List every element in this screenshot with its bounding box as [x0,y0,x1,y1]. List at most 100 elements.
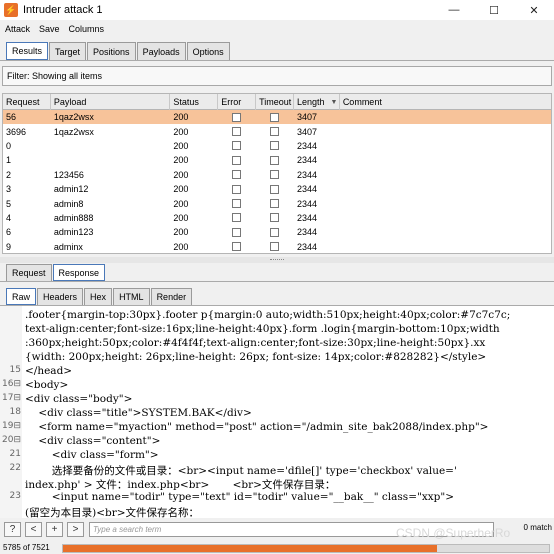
error-checkbox [232,242,242,252]
cell-comment [340,139,551,153]
maximize-button[interactable]: ☐ [474,0,514,20]
table-row[interactable]: 56 1qaz2wsx 200 3407 [3,110,551,125]
help-button[interactable]: ? [4,521,21,537]
pane-splitter[interactable] [0,257,554,263]
response-editor[interactable]: .footer{margin-top:30px}.footer p{margin… [0,306,554,518]
timeout-checkbox [270,141,280,151]
filter-bar[interactable]: Filter: Showing all items [2,66,552,86]
code-text: </head> [25,365,73,377]
menu-attack[interactable]: Attack [0,24,34,34]
tab-options[interactable]: Options [186,42,230,60]
cell-timeout [256,211,294,225]
search-options-button[interactable]: + [46,521,63,537]
line-number: 21 [9,449,21,459]
code-text: <form name="myaction" method="post" acti… [25,421,489,433]
table-row[interactable]: 3696 1qaz2wsx 200 3407 [3,124,551,138]
close-button[interactable]: ✕ [514,0,554,20]
cell-status: 200 [173,126,189,137]
tab-positions[interactable]: Positions [87,42,136,60]
error-checkbox [232,112,242,122]
table-row[interactable]: 1 200 2344 [3,153,551,167]
cell-request: 3 [6,184,12,195]
cell-timeout [256,110,294,124]
watermark: CSDN @SuperherRo [396,526,511,540]
tab-request[interactable]: Request [6,264,52,281]
cell-comment [340,240,551,253]
line-number: 15 [9,365,21,375]
cell-comment [340,225,551,239]
code-text: <div class="title">SYSTEM.BAK</div> [25,407,252,419]
cell-timeout [256,124,294,138]
timeout-checkbox [270,184,280,194]
table-row[interactable]: 0 200 2344 [3,139,551,153]
cell-error [218,153,256,167]
code-text: 选择要备份的文件或目录：<br><input name='dfile[]' ty… [25,465,457,477]
results-table: Request Payload Status Error Timeout Len… [2,93,552,254]
cell-length: 2344 [296,140,317,151]
line-number: 19⊟ [2,421,21,431]
tab-render[interactable]: Render [150,288,193,305]
tab-target[interactable]: Target [49,42,87,60]
column-header-error[interactable]: Error [218,94,257,110]
view-tabs: Raw Headers Hex HTML Render [6,288,193,305]
column-header-length[interactable]: Length ▼ [294,94,340,110]
column-header-request[interactable]: Request [3,94,51,110]
cell-payload: admin8 [53,198,84,209]
burp-app-icon: ⚡ [4,3,18,17]
timeout-checkbox [270,112,280,122]
tab-html[interactable]: HTML [113,288,150,305]
cell-timeout [256,240,294,253]
cell-error [218,110,256,124]
table-row[interactable]: 3 admin12 200 2344 [3,182,551,196]
cell-length: 2344 [296,241,317,252]
error-checkbox [232,141,242,151]
code-text: <body> [25,379,69,391]
search-prev-button[interactable]: < [25,521,42,537]
request-response-tabs: Request Response [6,264,106,281]
cell-payload: adminx [53,241,83,252]
code-text: <div class="body"> [25,393,133,405]
minimize-button[interactable]: — [434,0,474,20]
cell-error [218,139,256,153]
search-next-button[interactable]: > [67,521,84,537]
line-number: 17⊟ [2,393,21,403]
splitter-grip-icon [270,259,284,261]
cell-length: 3407 [296,112,317,123]
column-header-payload[interactable]: Payload [51,94,171,110]
table-row[interactable]: 4 admin888 200 2344 [3,211,551,225]
tab-results[interactable]: Results [6,42,49,60]
menu-save[interactable]: Save [34,24,64,34]
table-row[interactable]: 2 123456 200 2344 [3,168,551,182]
cell-length: 2344 [296,227,317,238]
cell-payload: 1qaz2wsx [53,126,94,137]
column-header-length-label: Length [296,97,325,107]
cell-comment [340,211,551,225]
line-number: 20⊟ [2,435,21,445]
cell-status: 200 [173,227,189,238]
tab-divider [0,60,554,61]
tab-hex[interactable]: Hex [84,288,113,305]
tab-response[interactable]: Response [52,264,106,281]
column-header-status[interactable]: Status [170,94,219,110]
progress-fill [63,545,437,552]
cell-length: 2344 [296,198,317,209]
column-header-comment[interactable]: Comment [340,94,551,110]
cell-comment [340,153,551,167]
column-header-timeout[interactable]: Timeout [256,94,294,110]
table-row[interactable]: 6 admin123 200 2344 [3,225,551,239]
tab-raw[interactable]: Raw [6,288,37,305]
cell-payload: admin123 [53,227,94,238]
menu-columns[interactable]: Columns [64,24,109,34]
tab-payloads[interactable]: Payloads [136,42,186,60]
table-row[interactable]: 5 admin8 200 2344 [3,196,551,210]
cell-error [218,211,256,225]
cell-timeout [256,139,294,153]
code-text: <div class="content"> [25,435,161,447]
cell-payload: admin888 [53,212,94,223]
cell-status: 200 [173,241,189,252]
timeout-checkbox [270,199,280,209]
code-text: <input name="todir" type="text" id="todi… [25,491,455,503]
table-row[interactable]: 9 adminx 200 2344 [3,240,551,253]
tab-headers[interactable]: Headers [37,288,84,305]
sort-desc-icon: ▼ [330,98,338,106]
